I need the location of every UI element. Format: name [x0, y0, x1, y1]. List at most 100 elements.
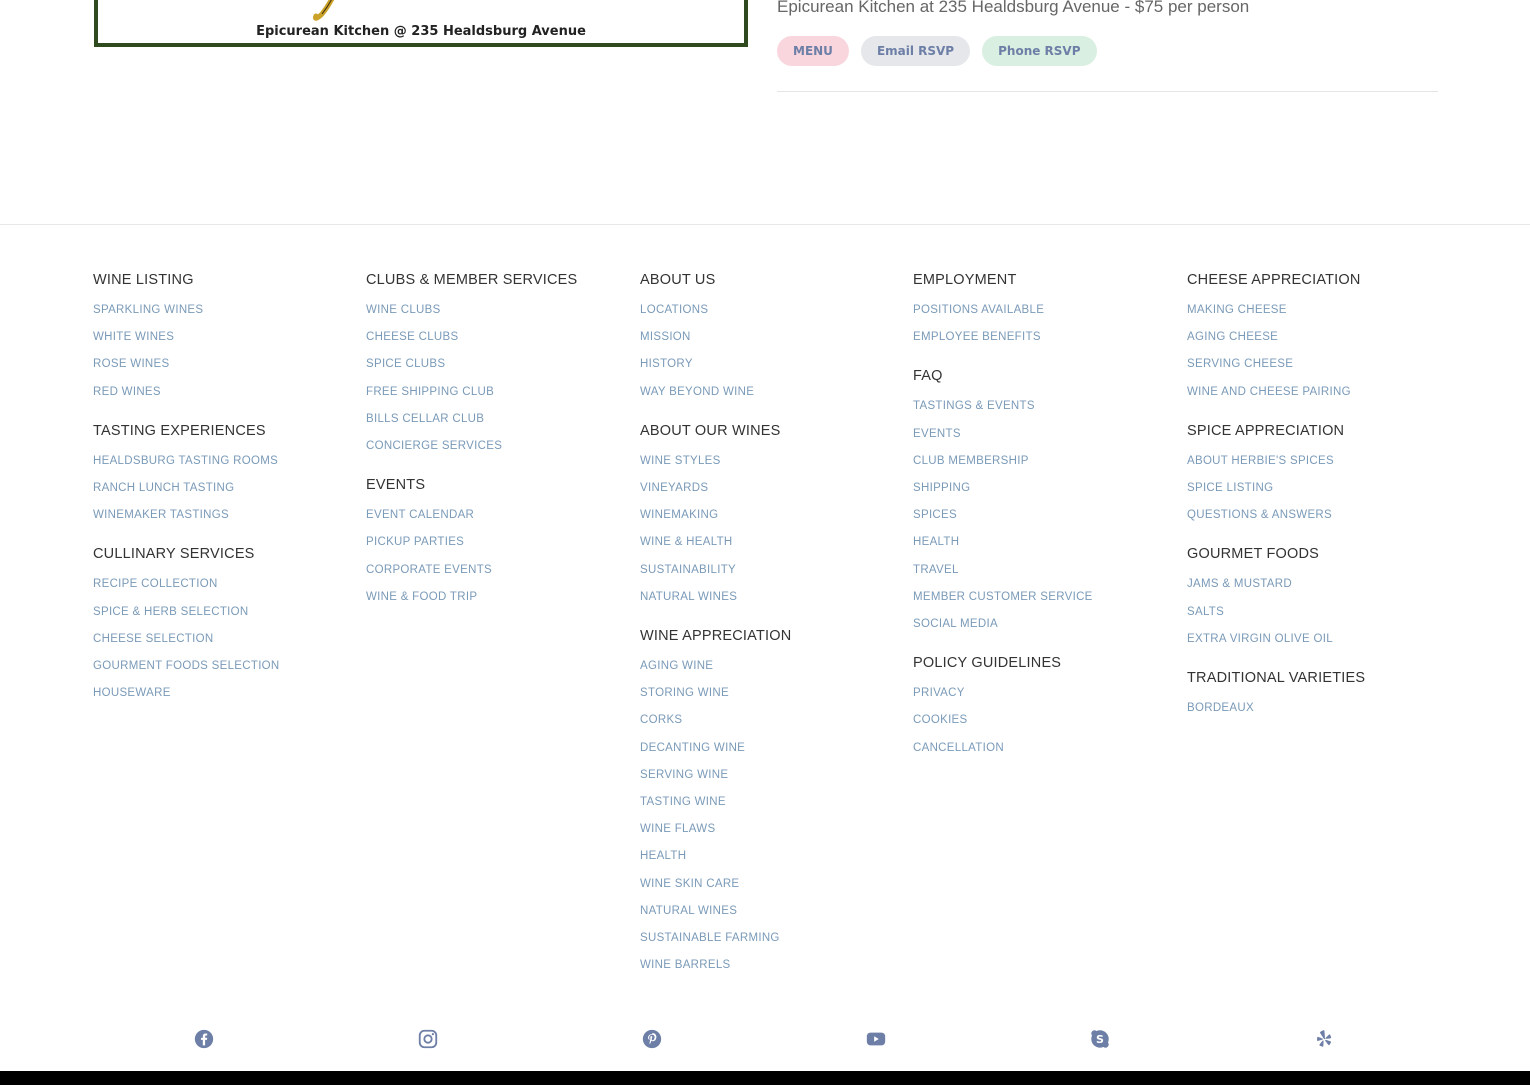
footer-link[interactable]: WINE CLUBS: [366, 297, 626, 324]
footer-column: CLUBS & MEMBER SERVICES WINE CLUBS CHEESE …: [366, 268, 626, 624]
footer-link[interactable]: CHEESE SELECTION: [93, 626, 353, 653]
footer-link[interactable]: STORING WINE: [640, 680, 900, 707]
footer-link[interactable]: WINE FLAWS: [640, 816, 900, 843]
event-image-caption: Epicurean Kitchen @ 235 Healdsburg Avenu…: [256, 24, 586, 39]
footer-link[interactable]: RECIPE COLLECTION: [93, 571, 353, 598]
footer-link[interactable]: PRIVACY: [913, 680, 1173, 707]
footer-link[interactable]: SPICE LISTING: [1187, 475, 1447, 502]
youtube-icon[interactable]: [865, 1028, 887, 1050]
footer-link[interactable]: EXTRA VIRGIN OLIVE OIL: [1187, 626, 1447, 653]
footer-link[interactable]: WINE & HEALTH: [640, 529, 900, 556]
email-rsvp-button[interactable]: Email RSVP: [860, 36, 971, 66]
footer-link[interactable]: AGING WINE: [640, 653, 900, 680]
footer-link[interactable]: BILLS CELLAR CLUB: [366, 406, 626, 433]
footer-link[interactable]: WINE SKIN CARE: [640, 871, 900, 898]
footer-link[interactable]: POSITIONS AVAILABLE: [913, 297, 1173, 324]
footer-section-heading: FAQ: [913, 368, 943, 385]
script-flourish-icon: [313, 0, 335, 21]
footer-link[interactable]: CORPORATE EVENTS: [366, 557, 626, 584]
footer-link[interactable]: RED WINES: [93, 379, 353, 406]
footer-section: ABOUT US LOCATIONS MISSION HISTORY WAY BEYON…: [640, 268, 900, 406]
footer-link[interactable]: COOKIES: [913, 707, 1173, 734]
footer-link[interactable]: CORKS: [640, 707, 900, 734]
event-info: Epicurean Kitchen at 235 Healdsburg Aven…: [777, 0, 1438, 92]
instagram-icon[interactable]: [417, 1028, 439, 1050]
footer-link[interactable]: PICKUP PARTIES: [366, 529, 626, 556]
footer-link[interactable]: HISTORY: [640, 351, 900, 378]
footer-link[interactable]: CHEESE CLUBS: [366, 324, 626, 351]
footer-link[interactable]: RANCH LUNCH TASTING: [93, 475, 353, 502]
footer-link[interactable]: SALTS: [1187, 599, 1447, 626]
footer-link[interactable]: ROSE WINES: [93, 351, 353, 378]
footer-section-heading: EVENTS: [366, 477, 426, 494]
footer-section-heading: CLUBS & MEMBER SERVICES: [366, 272, 578, 288]
footer-link[interactable]: WINEMAKING: [640, 502, 900, 529]
footer-link[interactable]: EMPLOYEE BENEFITS: [913, 324, 1173, 351]
footer-link[interactable]: EVENT CALENDAR: [366, 502, 626, 529]
footer-link[interactable]: WHITE WINES: [93, 324, 353, 351]
footer-link[interactable]: HOUSEWARE: [93, 680, 353, 707]
footer-link[interactable]: MISSION: [640, 324, 900, 351]
footer-link[interactable]: EVENTS: [913, 421, 1173, 448]
footer-section-heading: TASTING EXPERIENCES: [93, 422, 266, 439]
footer-link[interactable]: TRAVEL: [913, 557, 1173, 584]
footer-link[interactable]: VINEYARDS: [640, 475, 900, 502]
footer-section-heading: WINE APPRECIATION: [640, 628, 792, 645]
footer-link[interactable]: TASTINGS & EVENTS: [913, 393, 1173, 420]
footer-link[interactable]: CONCIERGE SERVICES: [366, 433, 626, 460]
footer-link[interactable]: MAKING CHEESE: [1187, 297, 1447, 324]
svg-text:S: S: [1096, 1033, 1104, 1046]
footer-section: TRADITIONAL VARIETIES BORDEAUX: [1187, 666, 1447, 722]
footer-link[interactable]: WAY BEYOND WINE: [640, 379, 900, 406]
footer-link[interactable]: SERVING CHEESE: [1187, 351, 1447, 378]
footer-link[interactable]: WINE BARRELS: [640, 952, 900, 979]
footer-link[interactable]: CANCELLATION: [913, 735, 1173, 762]
footer-link[interactable]: SUSTAINABILITY: [640, 557, 900, 584]
footer-section-heading: POLICY GUIDELINES: [913, 655, 1062, 672]
footer-link[interactable]: AGING CHEESE: [1187, 324, 1447, 351]
footer-link[interactable]: HEALTH: [913, 529, 1173, 556]
footer-link[interactable]: HEALTH: [640, 843, 900, 870]
phone-rsvp-button[interactable]: Phone RSVP: [982, 36, 1097, 66]
footer-link[interactable]: FREE SHIPPING CLUB: [366, 379, 626, 406]
footer-link[interactable]: JAMS & MUSTARD: [1187, 571, 1447, 598]
footer-section-heading: CULLINARY SERVICES: [93, 546, 255, 563]
footer-link[interactable]: WINE AND CHEESE PAIRING: [1187, 379, 1447, 406]
footer-column: WINE LISTING SPARKLING WINES WHITE WINES RO…: [93, 268, 353, 720]
footer-link[interactable]: BORDEAUX: [1187, 695, 1447, 722]
bottom-bar: [0, 1071, 1530, 1085]
yelp-icon[interactable]: [1313, 1028, 1335, 1050]
footer-link[interactable]: NATURAL WINES: [640, 898, 900, 925]
footer-link[interactable]: QUESTIONS & ANSWERS: [1187, 502, 1447, 529]
footer-link[interactable]: WINE STYLES: [640, 448, 900, 475]
footer-link[interactable]: SPICE & HERB SELECTION: [93, 599, 353, 626]
facebook-icon[interactable]: [193, 1028, 215, 1050]
skype-icon[interactable]: S: [1089, 1028, 1111, 1050]
footer-link[interactable]: SPICES: [913, 502, 1173, 529]
footer-link[interactable]: WINE & FOOD TRIP: [366, 584, 626, 611]
footer-link[interactable]: SPICE CLUBS: [366, 351, 626, 378]
footer-link[interactable]: SUSTAINABLE FARMING: [640, 925, 900, 952]
footer-link[interactable]: ABOUT HERBIE'S SPICES: [1187, 448, 1447, 475]
footer-link[interactable]: WINEMAKER TASTINGS: [93, 502, 353, 529]
footer-section: POLICY GUIDELINES PRIVACY COOKIES CANCELLAT…: [913, 651, 1173, 762]
footer-link[interactable]: DECANTING WINE: [640, 735, 900, 762]
divider: [777, 91, 1438, 92]
footer-link[interactable]: HEALDSBURG TASTING ROOMS: [93, 448, 353, 475]
footer-link[interactable]: SOCIAL MEDIA: [913, 611, 1173, 638]
footer-link[interactable]: SERVING WINE: [640, 762, 900, 789]
footer-link[interactable]: SHIPPING: [913, 475, 1173, 502]
footer-link[interactable]: MEMBER CUSTOMER SERVICE: [913, 584, 1173, 611]
event-title: Epicurean Kitchen at 235 Healdsburg Aven…: [777, 0, 1250, 16]
menu-button[interactable]: MENU: [777, 36, 849, 66]
footer-section-heading: TRADITIONAL VARIETIES: [1187, 670, 1366, 687]
footer-link[interactable]: SPARKLING WINES: [93, 297, 353, 324]
footer-section: FAQ TASTINGS & EVENTS EVENTS CLUB MEMBERSHI…: [913, 364, 1173, 638]
footer-link[interactable]: GOURMENT FOODS SELECTION: [93, 653, 353, 680]
pinterest-icon[interactable]: [641, 1028, 663, 1050]
footer-section-heading: SPICE APPRECIATION: [1187, 422, 1345, 439]
footer-link[interactable]: NATURAL WINES: [640, 584, 900, 611]
footer-link[interactable]: CLUB MEMBERSHIP: [913, 448, 1173, 475]
footer-link[interactable]: LOCATIONS: [640, 297, 900, 324]
footer-link[interactable]: TASTING WINE: [640, 789, 900, 816]
